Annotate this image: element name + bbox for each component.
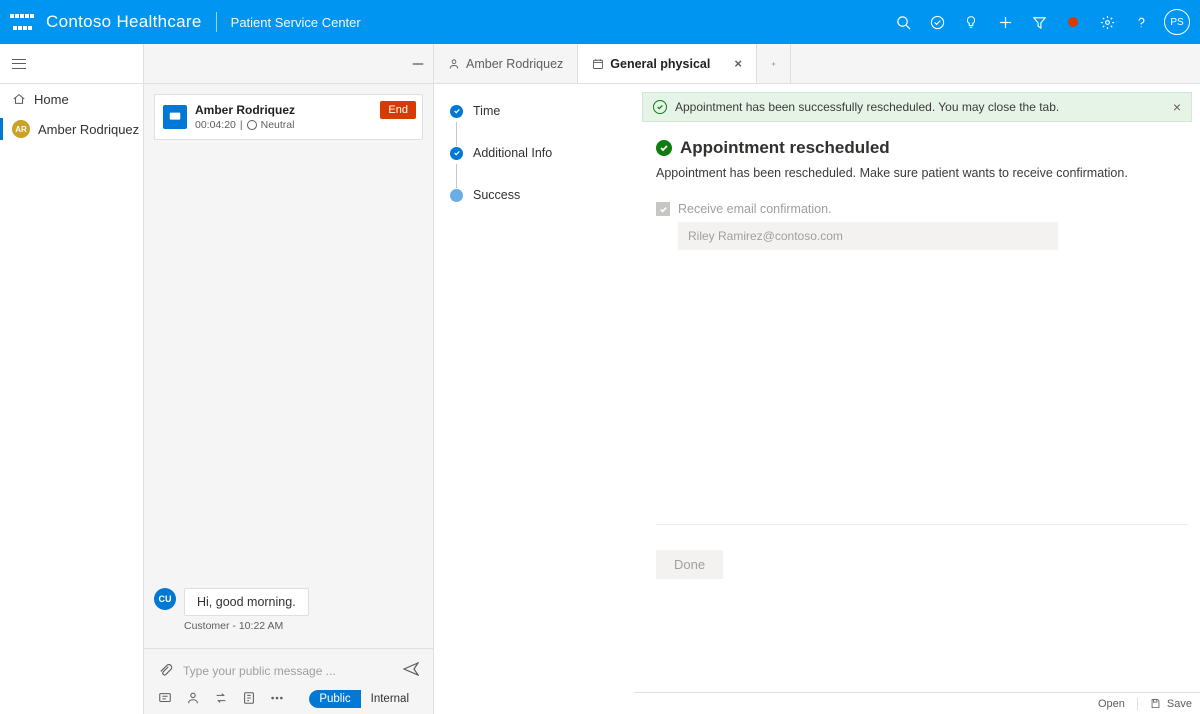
topbar: Contoso Healthcare Patient Service Cente… [0, 0, 1200, 44]
quick-reply-icon[interactable] [158, 691, 172, 708]
public-pill[interactable]: Public [309, 690, 360, 708]
save-icon [1150, 698, 1161, 709]
session-name: Amber Rodriquez [195, 103, 295, 117]
checkbox-icon[interactable] [656, 202, 670, 216]
visibility-toggle[interactable]: Public Internal [309, 690, 419, 708]
done-button[interactable]: Done [656, 550, 723, 579]
detail-description: Appointment has been rescheduled. Make s… [656, 166, 1178, 180]
message-bubble: Hi, good morning. [184, 588, 309, 616]
home-icon [12, 92, 26, 106]
close-tab-icon[interactable]: × [734, 56, 742, 71]
footer-open[interactable]: Open [1098, 698, 1125, 710]
tab-patient[interactable]: Amber Rodriquez [434, 44, 578, 83]
session-card[interactable]: Amber Rodriquez 00:04:20 | Neutral End [154, 94, 423, 140]
status-bar: Open Save [634, 692, 1200, 714]
main-area: Amber Rodriquez General physical × Time … [434, 44, 1200, 714]
step-info-label: Additional Info [473, 146, 552, 160]
minimize-icon[interactable] [411, 57, 425, 71]
nav-session-active[interactable]: AR Amber Rodriquez [0, 114, 143, 144]
step-success-label: Success [473, 188, 520, 202]
calendar-icon [592, 58, 604, 70]
chat-channel-icon [163, 105, 187, 129]
separator [216, 12, 217, 32]
help-icon[interactable] [1124, 0, 1158, 44]
notes-icon[interactable] [242, 691, 256, 708]
email-confirmation-row: Receive email confirmation. [656, 202, 1178, 216]
step-current-icon [450, 189, 463, 202]
customer-avatar: CU [154, 588, 176, 610]
divider [656, 524, 1188, 525]
nav-home[interactable]: Home [0, 84, 143, 114]
step-complete-icon [450, 105, 463, 118]
left-nav: Home AR Amber Rodriquez [0, 44, 144, 714]
tab-appointment[interactable]: General physical × [578, 44, 757, 83]
session-meta: 00:04:20 | Neutral [195, 119, 295, 131]
detail-pane: Appointment has been successfully resche… [634, 84, 1200, 714]
plus-icon [771, 58, 776, 70]
footer-save[interactable]: Save [1167, 698, 1192, 710]
step-additional-info[interactable]: Additional Info [450, 146, 624, 160]
step-success[interactable]: Success [450, 188, 624, 202]
recording-indicator-icon[interactable] [1056, 0, 1090, 44]
nav-session-label: Amber Rodriquez [38, 122, 139, 137]
more-icon[interactable] [270, 691, 284, 708]
message-meta: Customer - 10:22 AM [184, 620, 423, 632]
message-row: CU Hi, good morning. [154, 588, 423, 616]
end-button[interactable]: End [380, 101, 416, 119]
send-icon[interactable] [403, 661, 419, 680]
detail-title: Appointment rescheduled [680, 138, 890, 158]
checkbox-label: Receive email confirmation. [678, 202, 832, 216]
success-icon [653, 100, 667, 114]
transfer-icon[interactable] [214, 691, 228, 708]
brand-title: Contoso Healthcare [46, 12, 202, 32]
add-icon[interactable] [988, 0, 1022, 44]
person-icon [448, 58, 460, 70]
tab-patient-label: Amber Rodriquez [466, 57, 563, 71]
topbar-actions: PS [886, 0, 1190, 44]
new-tab-button[interactable] [757, 44, 791, 83]
nav-toggle[interactable] [0, 44, 143, 84]
settings-icon[interactable] [1090, 0, 1124, 44]
step-time-label: Time [473, 104, 500, 118]
user-avatar[interactable]: PS [1164, 9, 1190, 35]
nav-home-label: Home [34, 92, 69, 107]
step-list: Time Additional Info Success [434, 84, 634, 714]
banner-close-icon[interactable]: × [1173, 99, 1181, 115]
task-icon[interactable] [920, 0, 954, 44]
hamburger-icon [12, 59, 26, 69]
lightbulb-icon[interactable] [954, 0, 988, 44]
message-input[interactable]: Type your public message ... [183, 664, 393, 678]
app-name: Patient Service Center [231, 15, 361, 30]
search-icon[interactable] [886, 0, 920, 44]
step-time[interactable]: Time [450, 104, 624, 118]
detail-header: Appointment rescheduled [656, 138, 1178, 158]
session-duration: 00:04:20 [195, 119, 236, 131]
composer: Type your public message ... Public Inte… [144, 648, 433, 714]
success-banner: Appointment has been successfully resche… [642, 92, 1192, 122]
tab-bar: Amber Rodriquez General physical × [434, 44, 1200, 84]
sentiment-icon [247, 120, 257, 130]
session-sentiment: Neutral [261, 119, 295, 131]
attachment-icon[interactable] [158, 663, 173, 678]
step-complete-icon [450, 147, 463, 160]
tab-appointment-label: General physical [610, 57, 710, 71]
internal-pill[interactable]: Internal [361, 690, 419, 708]
session-panel: Amber Rodriquez 00:04:20 | Neutral End C… [144, 44, 434, 714]
email-field[interactable]: Riley Ramirez@contoso.com [678, 222, 1058, 250]
session-avatar-icon: AR [12, 120, 30, 138]
banner-text: Appointment has been successfully resche… [675, 100, 1059, 114]
filter-icon[interactable] [1022, 0, 1056, 44]
consult-icon[interactable] [186, 691, 200, 708]
app-launcher-icon[interactable] [10, 10, 34, 34]
conversation-area: CU Hi, good morning. Customer - 10:22 AM [144, 140, 433, 648]
check-icon [656, 140, 672, 156]
